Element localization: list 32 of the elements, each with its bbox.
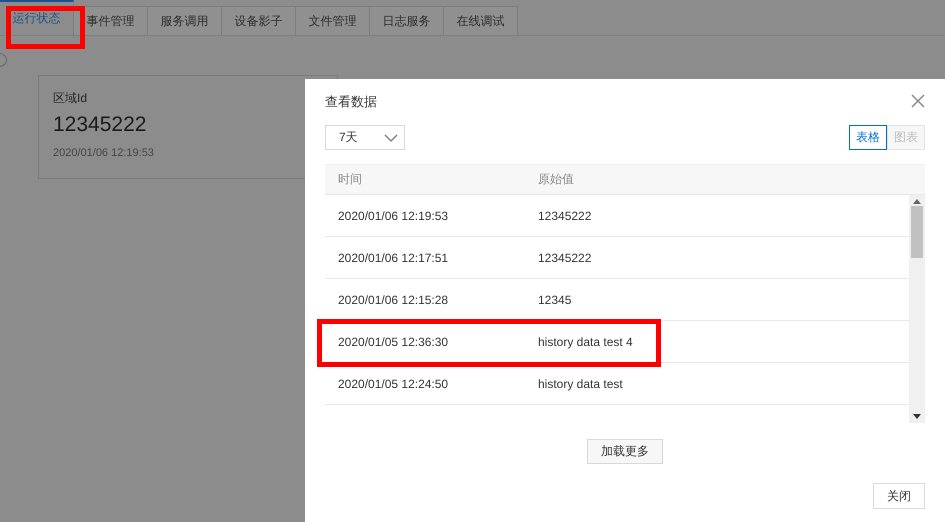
- range-select[interactable]: 7天: [325, 125, 405, 150]
- scroll-down-icon: [913, 414, 921, 419]
- tab[interactable]: 日志服务: [370, 6, 444, 35]
- tab[interactable]: 设备影子: [222, 6, 296, 35]
- close-icon[interactable]: [911, 94, 925, 108]
- scrollbar-thumb[interactable]: [911, 206, 923, 258]
- column-header: 原始值: [537, 171, 575, 188]
- table-cell-text: 2020/01/06 12:15:28: [337, 292, 450, 306]
- table-cell-text: 2020/01/05 12:36:30: [337, 334, 450, 348]
- tab[interactable]: 服务调用: [148, 6, 222, 35]
- load-more-button[interactable]: 加载更多: [587, 439, 663, 464]
- table-cell-text: 2020/01/06 12:19:53: [337, 208, 450, 222]
- column-header: 时间: [337, 171, 363, 188]
- tab[interactable]: 文件管理: [296, 6, 370, 35]
- property-name: 区域Id: [53, 90, 88, 107]
- property-value: 12345222: [53, 113, 148, 137]
- view-toggle[interactable]: 表格: [849, 125, 887, 150]
- chevron-down-icon: [384, 134, 398, 142]
- tab[interactable]: 在线调试: [444, 6, 518, 35]
- dialog-title: 查看数据: [325, 93, 377, 111]
- close-button[interactable]: 关闭: [873, 483, 925, 509]
- tab[interactable]: 事件管理: [74, 6, 148, 35]
- scrollbar[interactable]: [909, 195, 925, 423]
- table-cell-text: 2020/01/06 12:17:51: [337, 250, 450, 264]
- table-cell-text: 2020/01/05 12:24:50: [337, 376, 450, 390]
- table-cell-text: history data test: [537, 376, 624, 390]
- table-cell-text: history data test 4: [537, 334, 634, 348]
- scroll-up-icon: [913, 199, 921, 204]
- property-time: 2020/01/06 12:19:53: [53, 147, 155, 159]
- table-cell-text: 12345: [537, 292, 572, 306]
- table-cell-text: 12345222: [537, 208, 592, 222]
- table-cell-text: 12345222: [537, 250, 592, 264]
